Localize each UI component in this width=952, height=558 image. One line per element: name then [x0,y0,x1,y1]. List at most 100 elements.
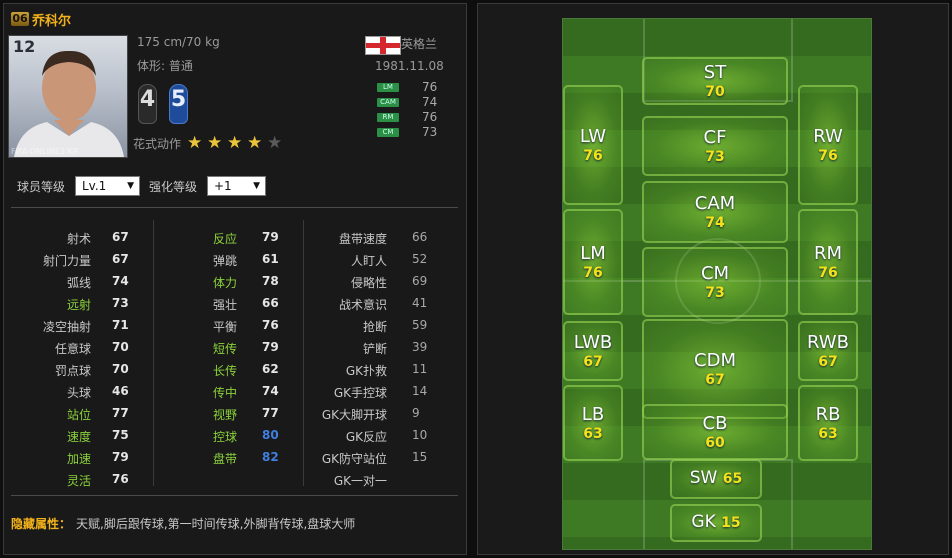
stat-label: 射术 [66,232,91,246]
left-foot-icon: 4 [138,84,157,124]
position-tag: LM [377,83,399,92]
zone-position-name: CB [702,413,728,434]
enhance-level-value: +1 [214,179,232,193]
zone-rating: 74 [705,215,725,231]
zone-cb[interactable]: CB 60 [642,404,788,460]
stat-value: 79 [112,450,129,464]
stat-label: 加速 [66,452,91,466]
zone-cf[interactable]: CF 73 [642,116,788,176]
stat-value: 70 [112,362,129,376]
zone-position-name: RWB [807,332,849,353]
player-level-select[interactable]: Lv.1 ▼ [75,176,140,196]
stat-label: 视野 [212,408,237,422]
stat-value: 74 [262,384,279,398]
stat-label: 强壮 [212,298,237,312]
zone-position-name: GK [691,512,722,532]
stat-label: 站位 [66,408,91,422]
stat-label: 反应 [212,232,237,246]
stat-value: 76 [112,472,129,486]
zone-rating: 15 [721,515,741,531]
stat-value: 82 [262,450,279,464]
zone-position-name: ST [703,62,727,83]
zone-rm[interactable]: RM 76 [798,209,858,315]
stat-value: 69 [412,274,428,288]
zone-rwb[interactable]: RWB 67 [798,321,858,381]
enhance-level-select[interactable]: +1 ▼ [207,176,266,196]
stat-label: GK防守站位 [321,452,387,466]
player-level-label: 球员等级 [17,180,66,194]
stat-value: 15 [412,450,428,464]
stat-label: 远射 [66,298,91,312]
zone-position-name: LM [580,243,606,264]
chevron-down-icon: ▼ [253,181,260,191]
zone-rating: 76 [818,265,838,281]
zone-rating: 73 [705,285,725,301]
position-rating-value: 73 [422,125,438,139]
stat-label: 短传 [212,342,237,356]
stat-label: 侵略性 [350,276,387,290]
stat-label: 战术意识 [338,298,387,312]
stat-value: 73 [112,296,129,310]
stat-value: 39 [412,340,428,354]
stat-value: 75 [112,428,129,442]
stat-label: 盘带 [212,452,237,466]
zone-rating: 73 [705,149,725,165]
zone-rating: 60 [705,435,725,451]
zone-rw[interactable]: RW 76 [798,85,858,205]
zone-cam[interactable]: CAM 74 [642,181,788,243]
player-info-panel: 06 乔科尔 FIFA ONLINE3 KR 12 175 cm/70 kg 体… [3,3,467,555]
zone-lw[interactable]: LW 76 [563,85,623,205]
stat-label: 传中 [212,386,237,400]
zone-label: GK 15 [672,512,760,532]
body-type: 体形: 普通 [137,59,193,73]
zone-lm[interactable]: LM 76 [563,209,623,315]
zone-gk[interactable]: GK 15 [670,504,762,542]
zone-rating: 76 [818,148,838,164]
star-filled-icon: ★ [227,133,243,153]
stat-value: 80 [262,428,279,442]
chevron-down-icon: ▼ [127,181,134,191]
stat-value: 52 [412,252,428,266]
skill-moves-label: 花式动作 [133,137,182,151]
zone-position-name: RM [813,243,843,264]
stat-value: 67 [112,230,129,244]
stat-label: 铲断 [362,342,387,356]
stat-value: 41 [412,296,428,310]
zone-lb[interactable]: LB 63 [563,385,623,461]
star-empty-icon: ★ [267,133,283,153]
zone-position-name: LB [581,404,605,425]
stat-label: 盘带速度 [338,232,387,246]
player-name: 乔科尔 [32,14,72,29]
photo-watermark: FIFA ONLINE3 KR [11,147,79,156]
zone-rating: 67 [705,372,725,388]
stat-value: 67 [112,252,129,266]
zone-sw[interactable]: SW 65 [670,459,762,499]
season-badge: 06 [11,12,29,26]
jersey-number: 12 [13,37,36,56]
stat-value: 79 [262,340,279,354]
position-tag: CM [377,128,399,137]
zone-cm[interactable]: CM 73 [642,247,788,317]
zone-position-name: LWB [573,332,613,353]
england-flag-icon [365,36,401,55]
zone-rating: 65 [722,471,743,487]
position-tag: CAM [377,98,399,107]
star-filled-icon: ★ [207,133,223,153]
stat-value: 66 [412,230,428,244]
stat-value: 71 [112,318,129,332]
stat-label: 头球 [66,386,91,400]
zone-st[interactable]: ST 70 [642,57,788,105]
divider [11,495,458,496]
zone-position-name: CAM [694,193,736,214]
zone-lwb[interactable]: LWB 67 [563,321,623,381]
player-level-value: Lv.1 [82,179,107,193]
birth-date: 1981.11.08 [375,59,444,73]
stat-label: 平衡 [212,320,237,334]
height-weight: 175 cm/70 kg [137,35,220,49]
zone-rb[interactable]: RB 63 [798,385,858,461]
enhance-level-label: 强化等级 [149,180,198,194]
position-map-panel: ST 70 LW 76 CF 73 RW 76 CAM 74 LM 76 CM 73 RM 76 LWB 67 CD… [477,3,949,555]
nationality: 英格兰 [401,37,438,51]
zone-position-name: CM [700,263,730,284]
stat-label: 速度 [66,430,91,444]
